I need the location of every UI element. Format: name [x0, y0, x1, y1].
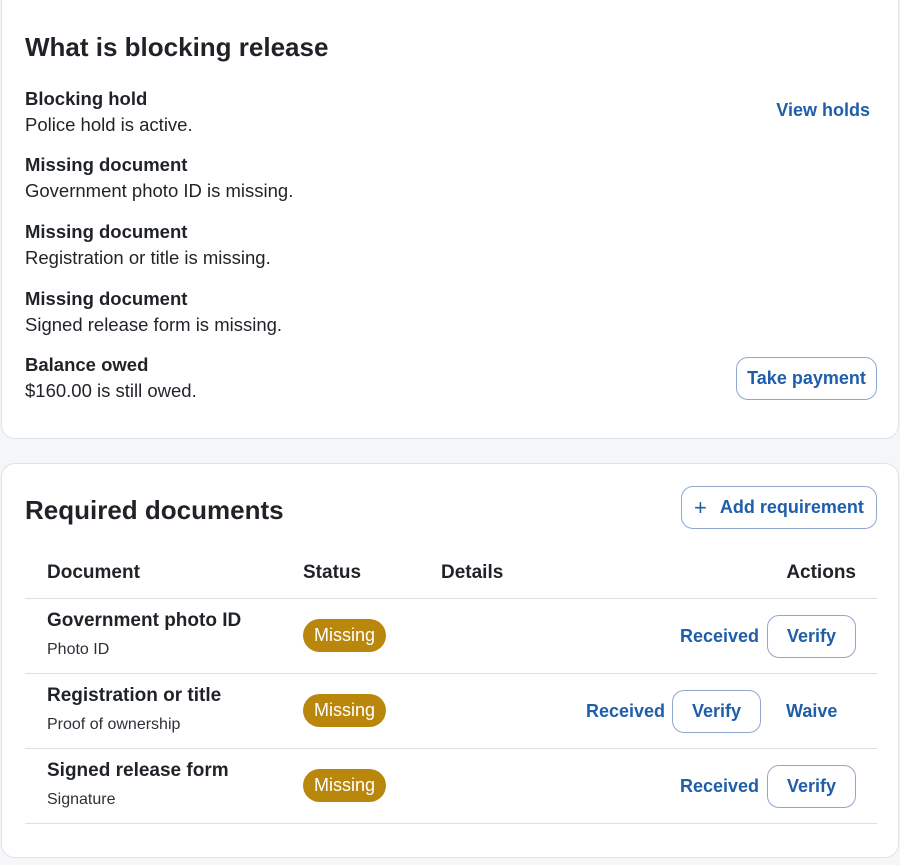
- view-holds-link[interactable]: View holds: [776, 100, 870, 121]
- blocking-release-title: What is blocking release: [25, 32, 329, 62]
- column-header-document: Document: [47, 562, 140, 583]
- document-name: Registration or title: [47, 685, 222, 706]
- blocker-title: Blocking hold: [25, 88, 148, 109]
- blocker-title: Missing document: [25, 288, 188, 309]
- blocker-item: Missing document Registration or title i…: [25, 220, 625, 271]
- waive-button[interactable]: Waive: [786, 701, 837, 722]
- blocker-title: Missing document: [25, 154, 188, 175]
- blocker-title: Balance owed: [25, 354, 149, 375]
- blocking-release-card: What is blocking release Blocking hold P…: [1, 0, 899, 439]
- received-button[interactable]: Received: [586, 701, 665, 722]
- column-header-details: Details: [441, 562, 504, 583]
- table-row: Registration or title Proof of ownership…: [25, 674, 877, 749]
- received-button[interactable]: Received: [680, 626, 759, 647]
- blocker-text: Government photo ID is missing.: [25, 180, 294, 201]
- document-type: Signature: [47, 791, 116, 808]
- add-requirement-button[interactable]: + Add requirement: [681, 486, 877, 529]
- blocker-text: Signed release form is missing.: [25, 314, 283, 335]
- blocker-text: Registration or title is missing.: [25, 247, 271, 268]
- blocker-item: Balance owed $160.00 is still owed.: [25, 353, 625, 404]
- blocker-item: Missing document Signed release form is …: [25, 287, 625, 338]
- add-requirement-label: Add requirement: [719, 497, 864, 517]
- status-badge: Missing: [303, 619, 386, 652]
- verify-button[interactable]: Verify: [672, 690, 761, 733]
- required-documents-card: Required documents + Add requirement Doc…: [1, 463, 899, 858]
- column-header-actions: Actions: [786, 562, 856, 583]
- column-header-status: Status: [303, 562, 362, 583]
- status-badge: Missing: [303, 769, 386, 802]
- plus-icon: +: [694, 494, 707, 520]
- blocker-item: Blocking hold Police hold is active.: [25, 87, 625, 138]
- verify-button[interactable]: Verify: [767, 615, 856, 658]
- document-type: Photo ID: [47, 641, 110, 658]
- take-payment-button[interactable]: Take payment: [736, 357, 877, 400]
- status-badge: Missing: [303, 694, 386, 727]
- required-documents-title: Required documents: [25, 495, 284, 525]
- blocker-text: Police hold is active.: [25, 114, 193, 135]
- blocker-text: $160.00 is still owed.: [25, 380, 197, 401]
- document-name: Government photo ID: [47, 610, 242, 631]
- blocker-item: Missing document Government photo ID is …: [25, 153, 625, 204]
- table-row: Government photo ID Photo ID Missing Rec…: [25, 599, 877, 674]
- received-button[interactable]: Received: [680, 776, 759, 797]
- documents-table-header: Document Status Details Actions: [25, 562, 877, 599]
- blocker-title: Missing document: [25, 221, 188, 242]
- document-name: Signed release form: [47, 760, 229, 781]
- document-type: Proof of ownership: [47, 716, 181, 733]
- verify-button[interactable]: Verify: [767, 765, 856, 808]
- table-row: Signed release form Signature Missing Re…: [25, 749, 877, 824]
